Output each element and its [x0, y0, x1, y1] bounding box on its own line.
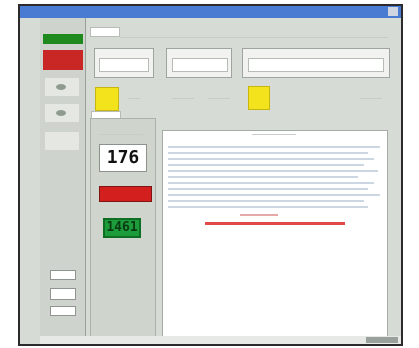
- log-alert-line: [205, 222, 345, 225]
- status-bar: [40, 336, 401, 344]
- log-alert-line: [240, 214, 278, 216]
- sidebar-button[interactable]: [50, 306, 76, 316]
- log-row: [168, 200, 364, 202]
- sidebar-item-icon: [56, 110, 66, 116]
- separator: [128, 98, 140, 99]
- tab-active[interactable]: [90, 27, 120, 37]
- log-panel: [162, 130, 388, 338]
- log-row: [168, 206, 368, 208]
- sidebar-status-ok[interactable]: [43, 34, 83, 44]
- status-indicator: [366, 337, 398, 343]
- separator: [172, 98, 194, 99]
- alarm-indicator[interactable]: [99, 186, 152, 202]
- sidebar-button[interactable]: [50, 270, 76, 280]
- title-bar: [20, 6, 401, 18]
- log-panel-header: [252, 134, 296, 135]
- warning-icon[interactable]: [248, 86, 270, 110]
- log-row: [168, 194, 380, 196]
- sidebar-item-icon: [56, 84, 66, 90]
- field-3-input[interactable]: [248, 58, 384, 72]
- log-row: [168, 170, 378, 172]
- warning-icon[interactable]: [95, 87, 119, 111]
- sidebar-button[interactable]: [50, 288, 76, 300]
- tab-underline: [120, 37, 388, 38]
- log-row: [168, 188, 368, 190]
- log-row: [168, 182, 374, 184]
- sidebar-status-alarm[interactable]: [43, 50, 83, 70]
- field-2-input[interactable]: [172, 58, 228, 72]
- log-row: [168, 152, 368, 154]
- sidebar-item[interactable]: [45, 132, 79, 150]
- close-icon[interactable]: [388, 7, 398, 16]
- log-row: [168, 164, 364, 166]
- log-row: [168, 158, 374, 160]
- field-1-input[interactable]: [99, 58, 149, 72]
- primary-counter-value: 176: [106, 147, 140, 168]
- log-row: [168, 176, 358, 178]
- separator: [360, 98, 382, 99]
- secondary-counter: 1461: [103, 218, 141, 238]
- secondary-counter-value: 1461: [106, 220, 138, 235]
- separator: [208, 98, 230, 99]
- log-row: [168, 146, 380, 148]
- counter-panel-header: [99, 134, 143, 135]
- primary-counter: 176: [99, 144, 147, 172]
